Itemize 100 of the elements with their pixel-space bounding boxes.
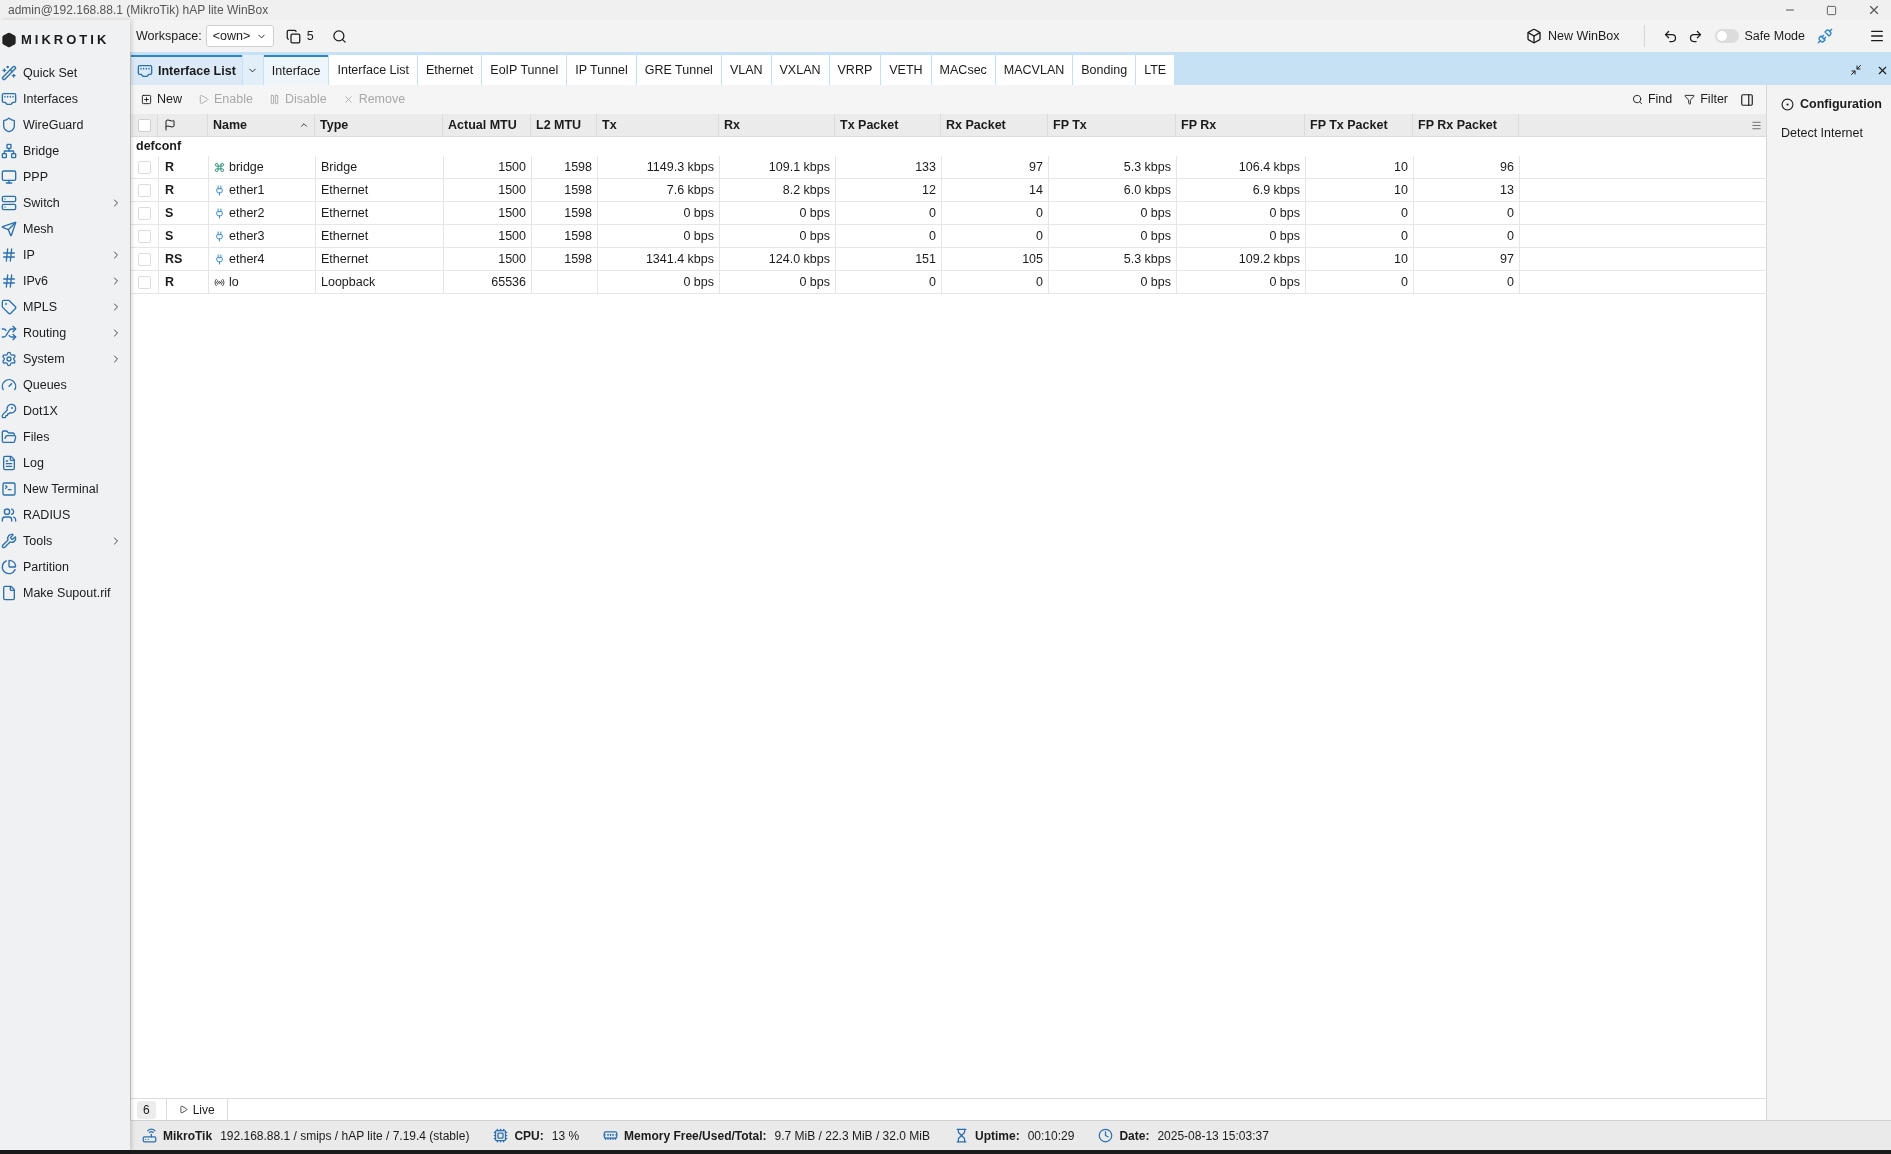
column-header[interactable]: L2 MTU [531, 114, 597, 136]
table-cell-text: 5.3 kbps [1123, 158, 1171, 176]
tab[interactable]: LTE [1136, 55, 1175, 85]
workspace-select[interactable]: <own> [205, 25, 274, 47]
table-cell-text: 1598 [564, 227, 592, 245]
tab[interactable]: Interface List [329, 55, 418, 85]
column-header[interactable]: FP Rx [1176, 114, 1305, 136]
copy-icon[interactable] [285, 28, 301, 44]
sidebar-item[interactable]: Bridge [0, 138, 130, 164]
sidebar-item[interactable]: Log [0, 450, 130, 476]
table-cell-text: 105 [1022, 250, 1043, 268]
table-cell-text: ether1 [229, 181, 265, 199]
sidebar-item[interactable]: Switch [0, 190, 130, 216]
tab[interactable]: EoIP Tunnel [482, 55, 567, 85]
row-flags: R [165, 181, 175, 199]
status-value: 192.168.88.1 / smips / hAP lite / 7.19.4 (stable) [220, 1127, 470, 1145]
play-icon [178, 1105, 188, 1114]
close-icon[interactable] [1867, 3, 1881, 17]
window-count: 5 [306, 27, 314, 45]
sidebar-item[interactable]: Files [0, 424, 130, 450]
tab[interactable]: Bonding [1073, 55, 1136, 85]
tab[interactable]: VXLAN [771, 55, 829, 85]
column-header[interactable]: Rx [719, 114, 835, 136]
tab[interactable]: VLAN [721, 55, 771, 85]
hash-icon [1, 273, 17, 289]
toolbar-button[interactable]: New [141, 90, 182, 109]
table-cell-text: 1500 [498, 181, 526, 199]
menu-icon[interactable] [1869, 28, 1885, 44]
column-header[interactable]: Actual MTU [443, 114, 531, 136]
shrink-icon[interactable] [1850, 64, 1862, 76]
network-icon [1, 143, 17, 159]
window-tab[interactable]: Interface List [131, 55, 242, 85]
column-header[interactable]: Tx [597, 114, 719, 136]
filter-button[interactable]: Filter [1684, 90, 1728, 109]
tab[interactable]: VRRP [829, 55, 881, 85]
tab[interactable]: GRE Tunnel [636, 55, 721, 85]
column-header[interactable]: FP Rx Packet [1413, 114, 1519, 136]
pause-icon [268, 94, 280, 105]
column-header[interactable]: FP Tx [1048, 114, 1176, 136]
tab[interactable]: Ethernet [418, 55, 482, 85]
sidebar-item[interactable]: System [0, 346, 130, 372]
tab[interactable]: MACVLAN [995, 55, 1073, 85]
sidebar-item[interactable]: PPP [0, 164, 130, 190]
sidebar-item[interactable]: IPv6 [0, 268, 130, 294]
table-cell-text: ether4 [229, 250, 265, 268]
table-cell-text: ether3 [229, 227, 265, 245]
select-all-checkbox[interactable] [137, 118, 151, 132]
table-cell-text: 10 [1394, 250, 1408, 268]
plug-icon [214, 207, 225, 219]
find-button[interactable]: Find [1631, 90, 1673, 109]
sidebar-item[interactable]: Dot1X [0, 398, 130, 424]
tag-icon [1, 299, 17, 315]
router-icon [142, 1128, 157, 1143]
sidebar-item[interactable]: WireGuard [0, 112, 130, 138]
new-winbox-button[interactable]: New WinBox [1526, 25, 1645, 47]
undo-icon[interactable] [1662, 28, 1678, 44]
sidebar-item[interactable]: Partition [0, 554, 130, 580]
server-icon [1, 195, 17, 211]
settings-icon [1, 351, 17, 367]
wrench-icon [1, 533, 17, 549]
tab[interactable]: IP Tunnel [567, 55, 636, 85]
sidebar-item[interactable]: Interfaces [0, 86, 130, 112]
column-header[interactable]: Rx Packet [941, 114, 1048, 136]
row-checkbox[interactable] [138, 252, 151, 266]
sidebar-item[interactable]: IP [0, 242, 130, 268]
safe-mode-toggle[interactable] [1714, 29, 1739, 43]
tab[interactable]: Interface [263, 55, 329, 85]
sidebar-item[interactable]: Queues [0, 372, 130, 398]
unplug-icon[interactable] [1817, 28, 1833, 44]
config-icon [1781, 97, 1794, 111]
gauge-icon [1, 377, 17, 393]
column-header[interactable]: Type [315, 114, 443, 136]
table-cell-text: ether2 [229, 204, 265, 222]
sidebar-item[interactable]: Quick Set [0, 60, 130, 86]
column-header[interactable]: Name [208, 114, 315, 136]
tab[interactable]: MACsec [931, 55, 995, 85]
row-checkbox[interactable] [138, 183, 151, 197]
column-menu-icon[interactable] [1751, 119, 1762, 131]
sidebar-item[interactable]: Make Supout.rif [0, 580, 130, 606]
maximize-icon[interactable] [1826, 4, 1837, 16]
tab[interactable]: VETH [881, 55, 931, 85]
column-header[interactable]: Tx Packet [835, 114, 941, 136]
sidebar-item[interactable]: New Terminal [0, 476, 130, 502]
row-checkbox[interactable] [138, 206, 151, 220]
row-checkbox[interactable] [138, 229, 151, 243]
side-panel-link[interactable]: Detect Internet [1781, 123, 1891, 143]
row-checkbox[interactable] [138, 160, 151, 174]
paper-plane-icon [1, 221, 17, 237]
shield-icon [1, 117, 17, 133]
sidebar-item[interactable]: RADIUS [0, 502, 130, 528]
redo-icon[interactable] [1687, 28, 1703, 44]
row-checkbox[interactable] [138, 275, 151, 289]
sidebar-item[interactable]: Tools [0, 528, 130, 554]
table-cell-text: 97 [1500, 250, 1514, 268]
search-icon[interactable] [331, 28, 347, 44]
column-header[interactable]: FP Tx Packet [1305, 114, 1413, 136]
panel-icon[interactable] [1740, 92, 1754, 107]
sidebar-item[interactable]: Routing [0, 320, 130, 346]
sidebar-item[interactable]: MPLS [0, 294, 130, 320]
sidebar-item[interactable]: Mesh [0, 216, 130, 242]
